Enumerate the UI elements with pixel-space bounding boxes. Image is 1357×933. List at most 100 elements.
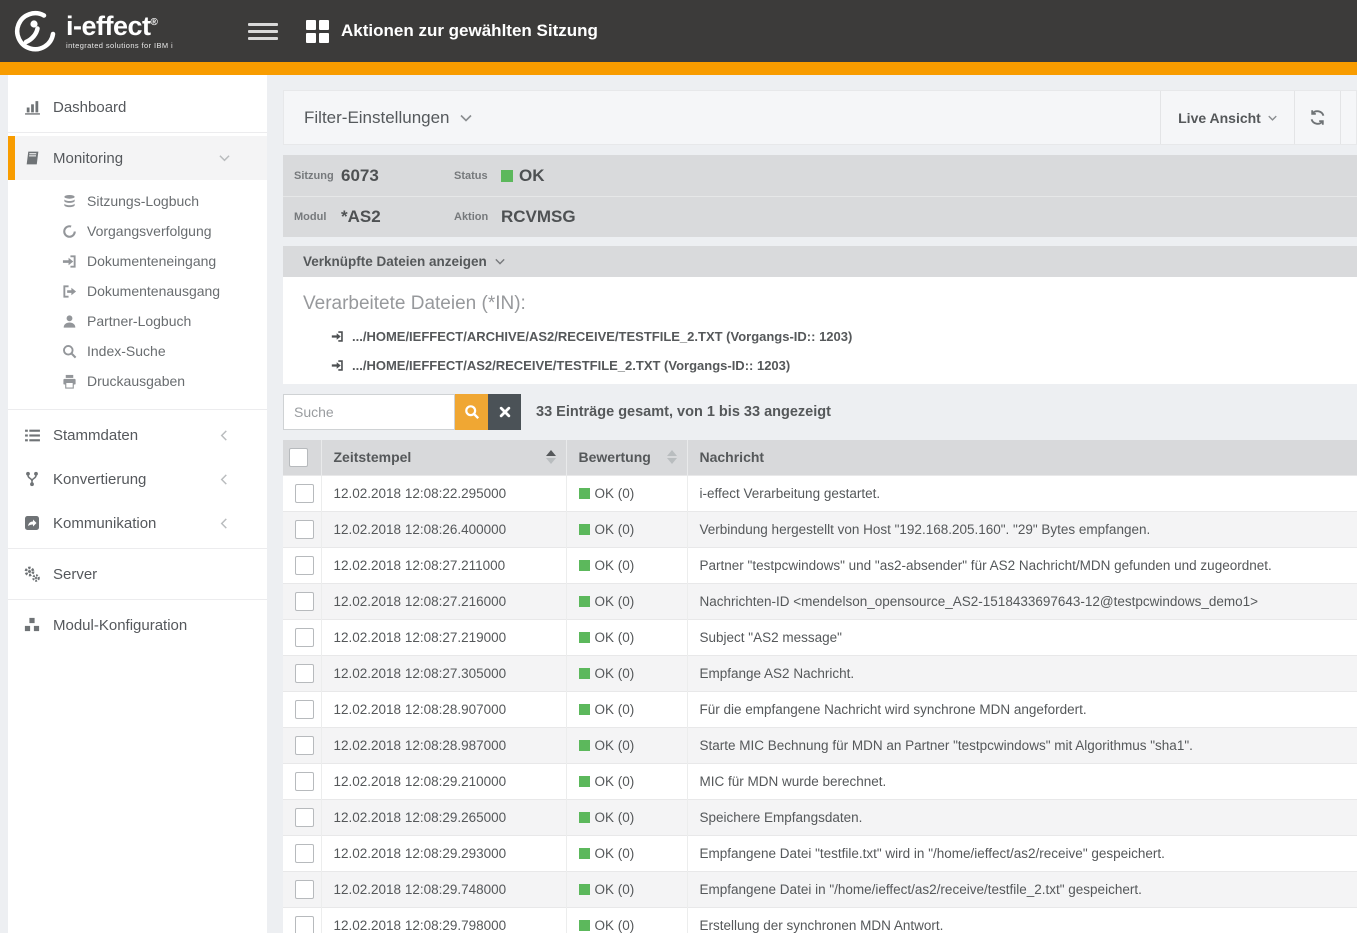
column-header-nachricht[interactable]: Nachricht bbox=[687, 440, 1357, 475]
timestamp-cell: 12.02.2018 12:08:28.987000 bbox=[321, 727, 566, 763]
select-all-checkbox[interactable] bbox=[289, 448, 308, 467]
table-row[interactable]: 12.02.2018 12:08:28.987000 OK (0) Starte… bbox=[283, 727, 1357, 763]
rating-cell: OK (0) bbox=[566, 511, 687, 547]
sidebar-item-stammdaten[interactable]: Stammdaten bbox=[8, 413, 267, 457]
sidebar-item-label: Partner-Logbuch bbox=[87, 313, 191, 329]
sidebar-item-vorgangsverfolgung[interactable]: Vorgangsverfolgung bbox=[8, 216, 267, 246]
filter-bar: Filter-Einstellungen Live Ansicht bbox=[283, 90, 1357, 145]
sign-in-icon bbox=[331, 330, 344, 343]
select-all-header[interactable] bbox=[283, 440, 321, 475]
table-row[interactable]: 12.02.2018 12:08:29.210000 OK (0) MIC fü… bbox=[283, 763, 1357, 799]
table-row[interactable]: 12.02.2018 12:08:28.907000 OK (0) Für di… bbox=[283, 691, 1357, 727]
top-header: i-effect® integrated solutions for IBM i… bbox=[0, 0, 1357, 62]
row-checkbox[interactable] bbox=[295, 880, 314, 899]
timestamp-cell: 12.02.2018 12:08:29.748000 bbox=[321, 871, 566, 907]
session-info: Sitzung 6073 Status OK Modul *AS2 Aktion… bbox=[283, 155, 1357, 237]
timestamp-cell: 12.02.2018 12:08:27.211000 bbox=[321, 547, 566, 583]
sidebar-item-label: Dashboard bbox=[53, 99, 126, 116]
cubes-icon bbox=[23, 616, 41, 634]
column-header-bewertung[interactable]: Bewertung bbox=[566, 440, 687, 475]
message-cell: Verbindung hergestellt von Host "192.168… bbox=[687, 511, 1357, 547]
sidebar-item-sitzungs-logbuch[interactable]: Sitzungs-Logbuch bbox=[8, 186, 267, 216]
linked-file-link[interactable]: .../HOME/IEFFECT/ARCHIVE/AS2/RECEIVE/TES… bbox=[331, 329, 1357, 344]
row-checkbox[interactable] bbox=[295, 736, 314, 755]
row-checkbox[interactable] bbox=[295, 700, 314, 719]
status-green-icon bbox=[579, 488, 590, 499]
sidebar-item-monitoring[interactable]: Monitoring bbox=[8, 136, 267, 180]
filter-settings-toggle[interactable]: Filter-Einstellungen bbox=[284, 91, 1160, 144]
table-row[interactable]: 12.02.2018 12:08:27.219000 OK (0) Subjec… bbox=[283, 619, 1357, 655]
table-row[interactable]: 12.02.2018 12:08:27.305000 OK (0) Empfan… bbox=[283, 655, 1357, 691]
gears-icon bbox=[23, 565, 41, 583]
table-row[interactable]: 12.02.2018 12:08:29.798000 OK (0) Erstel… bbox=[283, 907, 1357, 933]
timestamp-cell: 12.02.2018 12:08:22.295000 bbox=[321, 475, 566, 511]
sidebar-item-dokumentenausgang[interactable]: Dokumentenausgang bbox=[8, 276, 267, 306]
live-view-dropdown[interactable]: Live Ansicht bbox=[1160, 91, 1294, 144]
sidebar-item-label: Modul-Konfiguration bbox=[53, 617, 187, 634]
rating-cell: OK (0) bbox=[566, 907, 687, 933]
hamburger-menu-icon[interactable] bbox=[248, 19, 278, 44]
table-header-row: Zeitstempel Bewertung Nachricht bbox=[283, 440, 1357, 475]
brand-logo[interactable]: i-effect® integrated solutions for IBM i bbox=[0, 9, 230, 53]
status-green-icon bbox=[579, 848, 590, 859]
sidebar-item-dokumenteneingang[interactable]: Dokumenteneingang bbox=[8, 246, 267, 276]
row-checkbox[interactable] bbox=[295, 592, 314, 611]
linked-files-toggle[interactable]: Verknüpfte Dateien anzeigen bbox=[283, 246, 1357, 277]
share-square-icon bbox=[23, 514, 41, 532]
modul-value: *AS2 bbox=[341, 207, 381, 227]
status-label: Status bbox=[443, 170, 501, 182]
chevron-down-icon bbox=[215, 149, 233, 167]
refresh-button[interactable] bbox=[1294, 91, 1340, 144]
search-input[interactable] bbox=[283, 394, 455, 430]
row-checkbox[interactable] bbox=[295, 520, 314, 539]
linked-files-toggle-label: Verknüpfte Dateien anzeigen bbox=[303, 254, 487, 269]
user-icon bbox=[61, 313, 77, 329]
row-checkbox[interactable] bbox=[295, 808, 314, 827]
rating-cell: OK (0) bbox=[566, 475, 687, 511]
sort-icon bbox=[667, 450, 677, 464]
row-checkbox[interactable] bbox=[295, 772, 314, 791]
sidebar-item-modul-konfiguration[interactable]: Modul-Konfiguration bbox=[8, 603, 267, 647]
status-green-icon bbox=[579, 668, 590, 679]
table-row[interactable]: 12.02.2018 12:08:29.293000 OK (0) Empfan… bbox=[283, 835, 1357, 871]
sidebar-item-kommunikation[interactable]: Kommunikation bbox=[8, 501, 267, 545]
row-checkbox[interactable] bbox=[295, 628, 314, 647]
table-row[interactable]: 12.02.2018 12:08:26.400000 OK (0) Verbin… bbox=[283, 511, 1357, 547]
status-green-icon bbox=[579, 812, 590, 823]
book-icon bbox=[23, 149, 41, 167]
clear-search-button[interactable] bbox=[488, 394, 521, 430]
modul-label: Modul bbox=[283, 211, 341, 223]
row-checkbox[interactable] bbox=[295, 844, 314, 863]
linked-file-link[interactable]: .../HOME/IEFFECT/AS2/RECEIVE/TESTFILE_2.… bbox=[331, 358, 1357, 373]
sign-out-icon bbox=[61, 283, 77, 299]
table-row[interactable]: 12.02.2018 12:08:22.295000 OK (0) i-effe… bbox=[283, 475, 1357, 511]
search-button[interactable] bbox=[455, 394, 488, 430]
sidebar-item-partner-logbuch[interactable]: Partner-Logbuch bbox=[8, 306, 267, 336]
sidebar-item-konvertierung[interactable]: Konvertierung bbox=[8, 457, 267, 501]
rating-cell: OK (0) bbox=[566, 583, 687, 619]
sidebar-item-druckausgaben[interactable]: Druckausgaben bbox=[8, 366, 267, 396]
row-checkbox[interactable] bbox=[295, 916, 314, 933]
row-checkbox[interactable] bbox=[295, 484, 314, 503]
status-green-icon bbox=[579, 704, 590, 715]
sidebar-item-dashboard[interactable]: Dashboard bbox=[8, 85, 267, 129]
chevron-left-icon bbox=[215, 514, 233, 532]
status-green-icon bbox=[579, 884, 590, 895]
page-title: Aktionen zur gewählten Sitzung bbox=[341, 21, 598, 41]
table-row[interactable]: 12.02.2018 12:08:29.748000 OK (0) Empfan… bbox=[283, 871, 1357, 907]
table-row[interactable]: 12.02.2018 12:08:27.216000 OK (0) Nachri… bbox=[283, 583, 1357, 619]
column-header-zeitstempel[interactable]: Zeitstempel bbox=[321, 440, 566, 475]
table-row[interactable]: 12.02.2018 12:08:29.265000 OK (0) Speich… bbox=[283, 799, 1357, 835]
row-checkbox[interactable] bbox=[295, 556, 314, 575]
rating-cell: OK (0) bbox=[566, 763, 687, 799]
brand-name: i-effect® bbox=[66, 11, 157, 41]
sidebar-item-index-suche[interactable]: Index-Suche bbox=[8, 336, 267, 366]
live-view-label: Live Ansicht bbox=[1178, 110, 1261, 126]
search-row: 33 Einträge gesamt, von 1 bis 33 angezei… bbox=[283, 394, 1357, 430]
divider bbox=[8, 409, 267, 410]
sidebar-item-server[interactable]: Server bbox=[8, 552, 267, 596]
row-checkbox[interactable] bbox=[295, 664, 314, 683]
sort-asc-icon bbox=[546, 450, 556, 464]
table-row[interactable]: 12.02.2018 12:08:27.211000 OK (0) Partne… bbox=[283, 547, 1357, 583]
message-cell: Empfange AS2 Nachricht. bbox=[687, 655, 1357, 691]
